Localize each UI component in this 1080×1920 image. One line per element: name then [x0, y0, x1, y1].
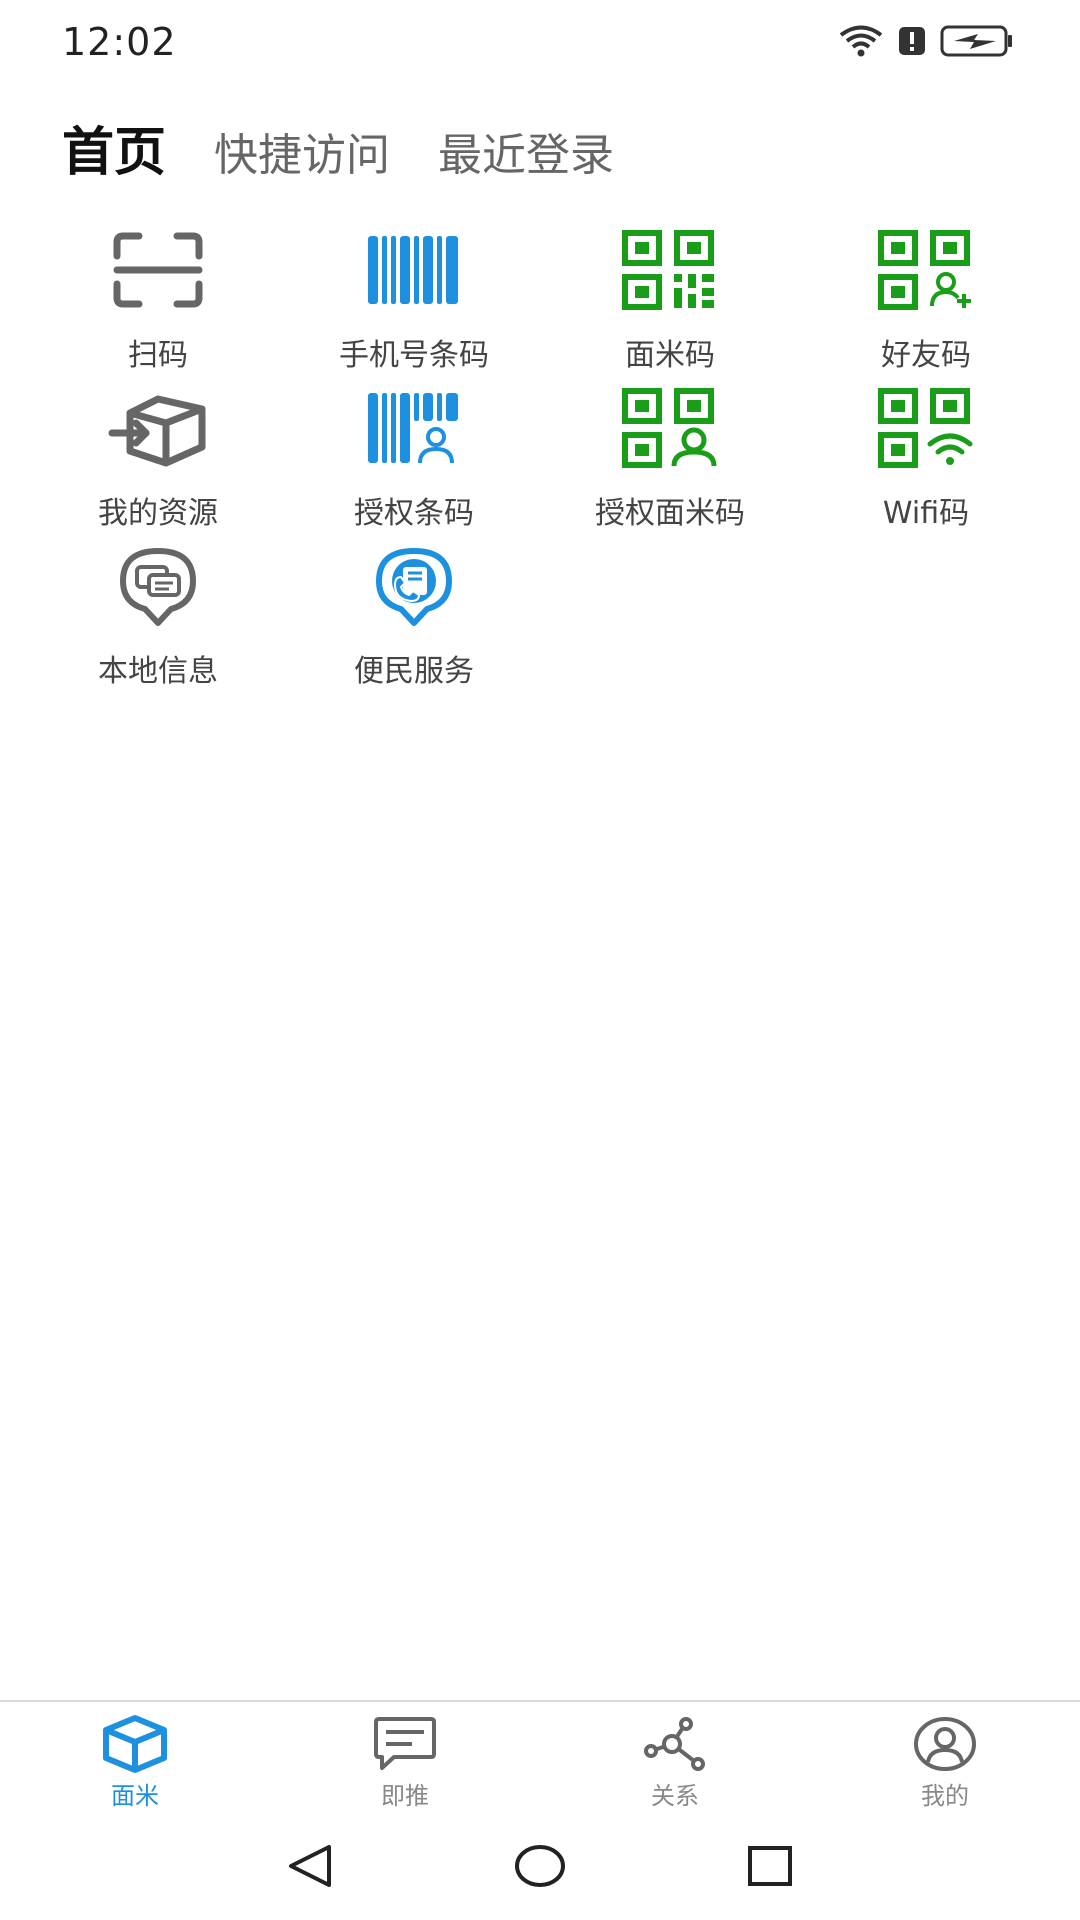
top-tabs: 首页 快捷访问 最近登录: [62, 110, 614, 185]
profile-icon: [910, 1714, 980, 1774]
back-button[interactable]: [280, 1836, 340, 1896]
qr-code-icon: [620, 220, 720, 320]
qr-user-icon: [620, 378, 720, 478]
grid-item-label: 我的资源: [98, 496, 218, 531]
recents-square-icon: [748, 1846, 792, 1886]
barcode-user-icon: [364, 378, 464, 478]
grid-item-scan[interactable]: 扫码: [30, 220, 286, 378]
resource-box-icon: [108, 378, 208, 478]
grid-item-local-info[interactable]: 本地信息: [30, 536, 286, 694]
battery-charging-icon: [940, 25, 1014, 61]
barcode-icon: [364, 220, 464, 320]
nav-label: 我的: [921, 1782, 969, 1810]
nav-item-me[interactable]: 我的: [810, 1702, 1080, 1812]
grid-item-mianmi-code[interactable]: 面米码: [542, 220, 798, 378]
grid-item-wifi-code[interactable]: Wifi码: [798, 378, 1054, 536]
back-triangle-icon: [289, 1845, 331, 1887]
grid-item-label: Wifi码: [882, 496, 970, 531]
grid-item-phone-barcode[interactable]: 手机号条码: [286, 220, 542, 378]
grid-item-label: 授权面米码: [595, 496, 745, 531]
bottom-nav: 面米 即推 关系 我的: [0, 1700, 1080, 1812]
nav-item-relations[interactable]: 关系: [540, 1702, 810, 1812]
grid-item-label: 本地信息: [98, 654, 218, 689]
nav-item-mianmi[interactable]: 面米: [0, 1702, 270, 1812]
status-bar: 12:02: [0, 0, 1080, 90]
grid-item-label: 便民服务: [354, 654, 474, 689]
home-circle-icon: [515, 1845, 565, 1887]
cube-icon: [100, 1714, 170, 1774]
nav-item-push[interactable]: 即推: [270, 1702, 540, 1812]
status-icons: [838, 24, 1014, 62]
service-pin-icon: [364, 536, 464, 636]
function-grid: 扫码 手机号条码 面米码 好友码 我的资源 授权条码 授权面米码 Wifi码 本…: [30, 220, 1054, 694]
tab-recent-login[interactable]: 最近登录: [438, 119, 614, 183]
grid-item-friend-code[interactable]: 好友码: [798, 220, 1054, 378]
network-icon: [640, 1714, 710, 1774]
alert-icon: [898, 26, 926, 60]
nav-label: 关系: [651, 1782, 699, 1810]
nav-label: 面米: [111, 1782, 159, 1810]
wifi-icon: [838, 24, 884, 62]
grid-item-label: 手机号条码: [339, 338, 489, 373]
nav-label: 即推: [381, 1782, 429, 1810]
grid-item-label: 好友码: [881, 338, 971, 373]
tab-quick-access[interactable]: 快捷访问: [214, 119, 390, 183]
scan-icon: [108, 220, 208, 320]
system-nav-bar: [0, 1812, 1080, 1920]
grid-item-authorized-mianmi-code[interactable]: 授权面米码: [542, 378, 798, 536]
grid-item-authorized-barcode[interactable]: 授权条码: [286, 378, 542, 536]
recents-button[interactable]: [740, 1836, 800, 1896]
grid-item-label: 扫码: [128, 338, 188, 373]
grid-item-convenience-service[interactable]: 便民服务: [286, 536, 542, 694]
home-button[interactable]: [510, 1836, 570, 1896]
grid-item-label: 面米码: [625, 338, 715, 373]
qr-wifi-icon: [876, 378, 976, 478]
message-icon: [370, 1714, 440, 1774]
app-screen: 12:02 首页 快捷访问 最近登录 扫码 手机号条码 面米码 好友码 我的资源…: [0, 0, 1080, 1920]
tab-home[interactable]: 首页: [62, 110, 166, 185]
status-time: 12:02: [62, 20, 177, 64]
qr-add-friend-icon: [876, 220, 976, 320]
grid-item-my-resources[interactable]: 我的资源: [30, 378, 286, 536]
grid-item-label: 授权条码: [354, 496, 474, 531]
local-info-pin-icon: [108, 536, 208, 636]
